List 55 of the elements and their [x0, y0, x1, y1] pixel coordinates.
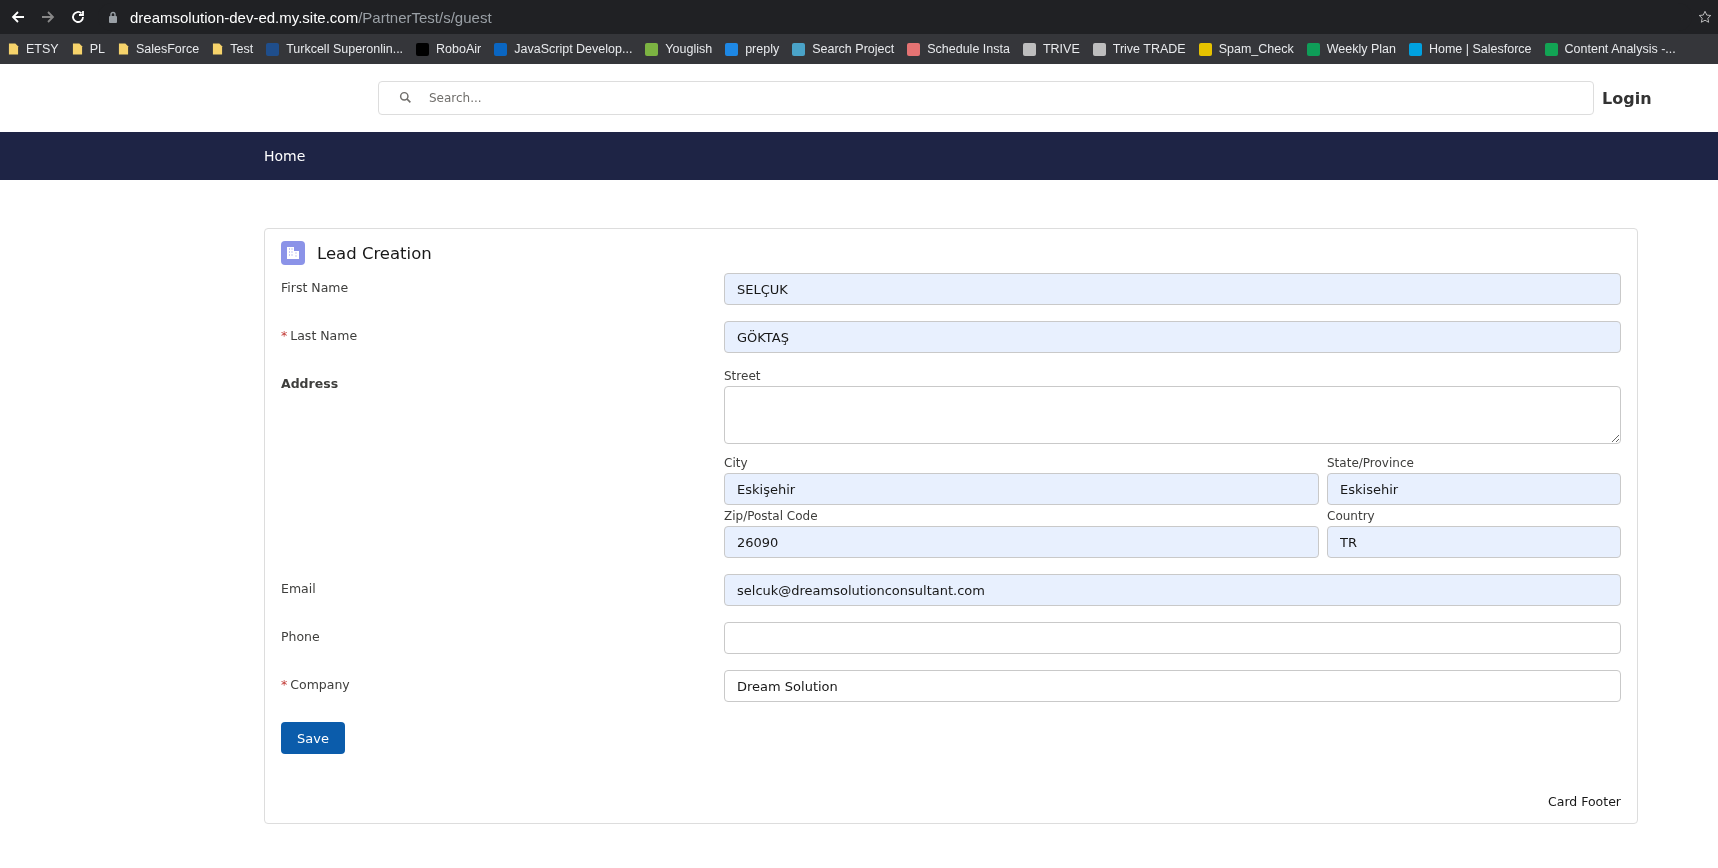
- card-footer: Card Footer: [1548, 794, 1621, 809]
- bookmark[interactable]: preply: [725, 42, 780, 56]
- folder-icon: [117, 42, 129, 56]
- bookmark[interactable]: SalesForce: [117, 42, 200, 56]
- bookmark[interactable]: PL: [71, 42, 105, 56]
- save-button[interactable]: Save: [281, 722, 345, 754]
- field-label: City: [724, 456, 749, 470]
- field-label: First Name: [281, 280, 349, 295]
- folder-icon: [212, 42, 224, 56]
- field-label: Street: [724, 369, 762, 383]
- bookmark[interactable]: Search Project: [792, 42, 895, 56]
- bookmark[interactable]: RoboAir: [416, 42, 482, 56]
- field-label: Zip/Postal Code: [724, 509, 819, 523]
- folder-icon: [8, 42, 19, 56]
- field-label: Phone: [281, 629, 320, 644]
- field-label: State/Province: [1327, 456, 1415, 470]
- input-field[interactable]: GÖKTAŞ: [724, 321, 1621, 353]
- field-label: Country: [1327, 509, 1376, 523]
- bookmark[interactable]: TRIVE: [1022, 42, 1080, 56]
- folder-icon: [71, 42, 83, 56]
- input-field[interactable]: [724, 622, 1621, 654]
- lock-icon: [108, 11, 118, 23]
- search-icon: [399, 91, 412, 104]
- field-label: Address: [281, 376, 339, 391]
- card-title: Lead Creation: [317, 243, 432, 263]
- url-text: dreamsolution-dev-ed.my.site.com/PartnerTest/s/guest: [130, 8, 492, 26]
- bookmark[interactable]: JavaScript Develop...: [494, 42, 633, 56]
- building-icon: [281, 241, 305, 265]
- bookmark[interactable]: Home | Salesforce: [1408, 42, 1532, 56]
- input-field[interactable]: SELÇUK: [724, 273, 1621, 305]
- field-label: Email: [281, 581, 316, 596]
- bookmark[interactable]: Spam_Check: [1198, 42, 1294, 56]
- input-field[interactable]: Eskisehir: [1327, 473, 1621, 505]
- back-icon[interactable]: [10, 9, 26, 25]
- input-field[interactable]: Dream Solution: [724, 670, 1621, 702]
- nav-link[interactable]: Home: [264, 148, 306, 164]
- field-label: * Last Name: [281, 328, 358, 343]
- bookmark[interactable]: Content Analysis -...: [1544, 42, 1676, 56]
- forward-icon[interactable]: [40, 9, 56, 25]
- bookmark[interactable]: Turkcell Superonlin...: [266, 42, 404, 56]
- input-field[interactable]: 26090: [724, 526, 1319, 558]
- search-field[interactable]: Search...: [378, 81, 1594, 115]
- bookmark[interactable]: Weekly Plan: [1306, 42, 1396, 56]
- bookmark[interactable]: Youglish: [645, 42, 713, 56]
- field-label: * Company: [281, 677, 350, 692]
- bookmark[interactable]: ETSY: [8, 42, 59, 56]
- input-field[interactable]: TR: [1327, 526, 1621, 558]
- input-field[interactable]: selcuk@dreamsolutionconsultant.com: [724, 574, 1621, 606]
- bookmark[interactable]: Test: [212, 42, 254, 56]
- bookmark[interactable]: Schedule Insta: [907, 42, 1010, 56]
- star-icon[interactable]: [1698, 10, 1712, 24]
- input-field[interactable]: Eskişehir: [724, 473, 1319, 505]
- reload-icon[interactable]: [70, 9, 86, 25]
- login-link[interactable]: Login: [1602, 88, 1652, 108]
- bookmark[interactable]: Trive TRADE: [1092, 42, 1186, 56]
